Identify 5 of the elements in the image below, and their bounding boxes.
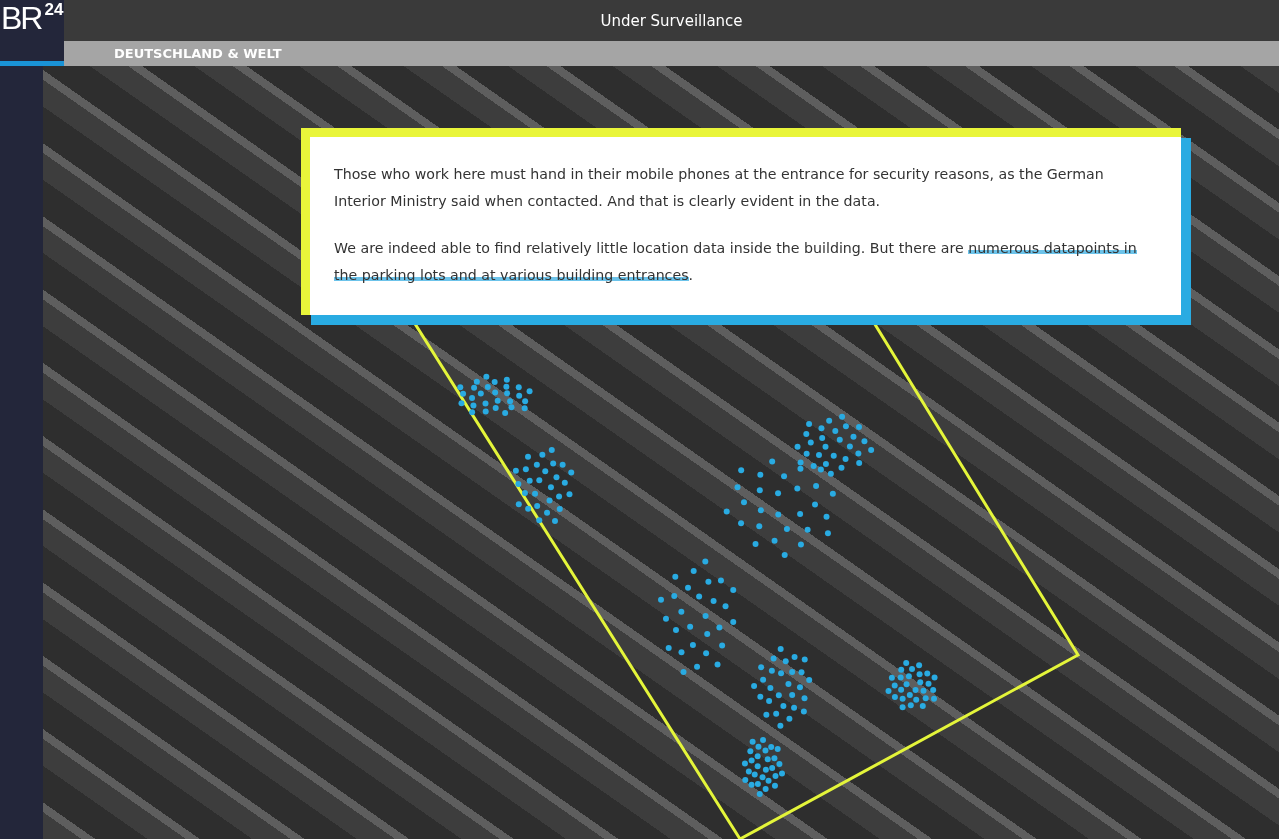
paragraph: Those who work here must hand in their mobile phones at the entrance for security reasons, as the German Interior Ministry said when contacted. And that is clearly evident in the data.: [334, 165, 1105, 211]
section-label: DEUTSCHLAND & WELT: [114, 46, 282, 61]
logo-superscript: 24: [44, 0, 64, 20]
logo-text: BR: [1, 0, 42, 36]
page-title: Under Surveillance: [600, 11, 743, 30]
